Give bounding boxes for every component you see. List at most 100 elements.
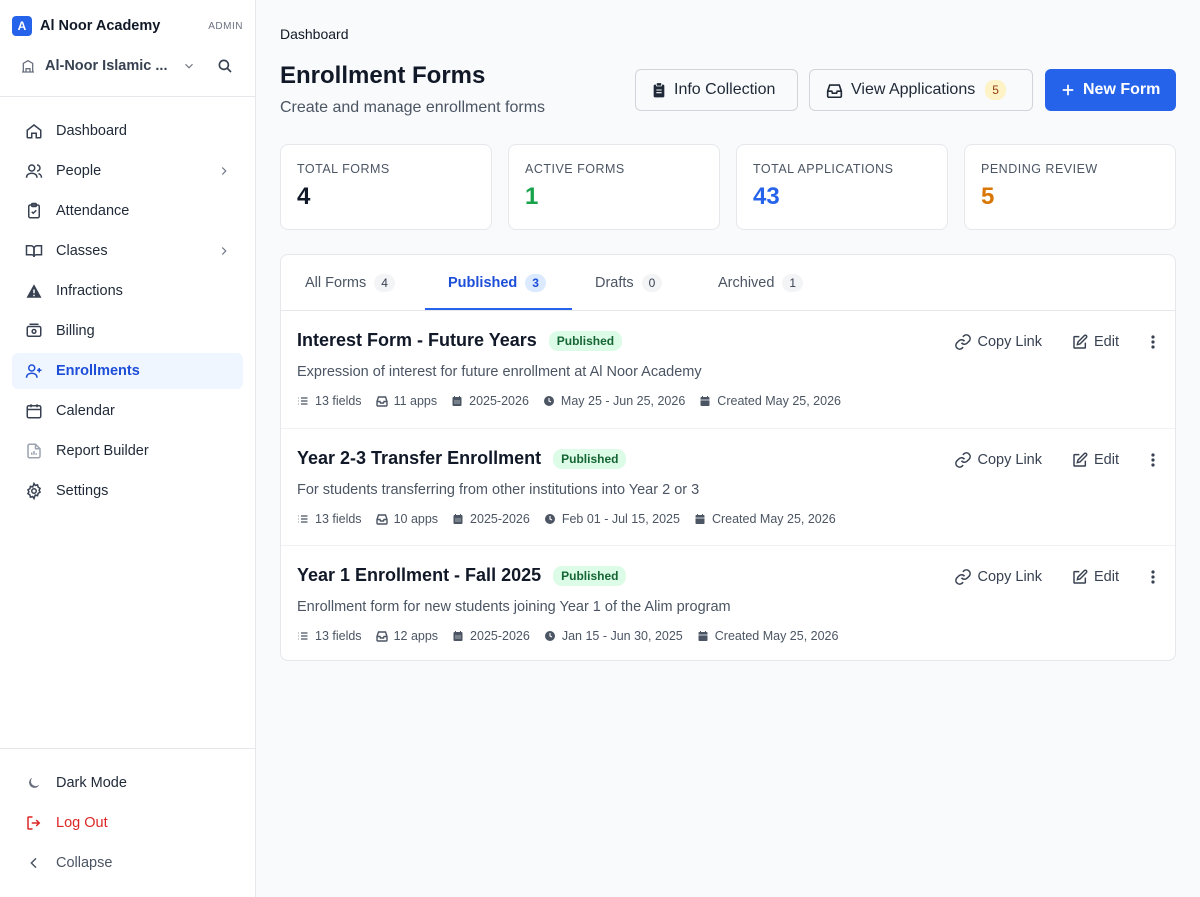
tab-count: 3	[525, 274, 546, 292]
copy-link-button[interactable]: Copy Link	[954, 568, 1042, 586]
created-date-text: Created May 25, 2026	[711, 512, 836, 526]
created-date-text: Created May 25, 2026	[714, 629, 839, 643]
sidebar-item-enrollments[interactable]: Enrollments	[12, 353, 243, 389]
organization-name: Al-Noor Islamic ...	[45, 58, 168, 74]
sidebar-item-label: Enrollments	[56, 363, 140, 379]
form-title-group: Year 2-3 Transfer Enrollment Published	[297, 448, 627, 469]
form-title[interactable]: Interest Form - Future Years	[297, 330, 537, 351]
calendar-icon	[697, 630, 715, 642]
stat-card-total-forms: TOTAL FORMS 4	[280, 144, 492, 230]
sidebar-item-report-builder[interactable]: Report Builder	[12, 433, 243, 469]
form-meta: 13 fields 11 apps 2025-2026 May 25 - Jun…	[297, 394, 855, 408]
sidebar-item-label: Dashboard	[56, 123, 127, 139]
edit-button[interactable]: Edit	[1072, 569, 1119, 585]
new-form-button[interactable]: New Form	[1045, 69, 1176, 111]
more-options-icon[interactable]	[1145, 334, 1161, 350]
book-open-icon	[24, 241, 44, 261]
stat-label: ACTIVE FORMS	[525, 162, 625, 176]
tab-drafts[interactable]: Drafts 0	[595, 255, 663, 311]
sidebar-item-billing[interactable]: Billing	[12, 313, 243, 349]
clipboard-icon	[652, 82, 666, 98]
chevron-down-icon	[182, 59, 196, 73]
academic-year-text: 2025-2026	[470, 629, 530, 643]
new-form-label: New Form	[1083, 81, 1161, 98]
stat-value: 5	[981, 183, 995, 210]
view-applications-button[interactable]: View Applications 5	[809, 69, 1033, 111]
dark-mode-toggle[interactable]: Dark Mode	[12, 765, 243, 801]
calendar-icon	[699, 395, 717, 407]
apps-count: 12 apps	[375, 629, 439, 643]
status-badge: Published	[548, 330, 623, 351]
organization-selector[interactable]: Al-Noor Islamic ...	[20, 56, 196, 76]
fields-count: 13 fields	[297, 512, 362, 526]
search-icon[interactable]	[216, 57, 234, 75]
more-options-icon[interactable]	[1145, 569, 1161, 585]
form-description: For students transferring from other ins…	[297, 482, 700, 498]
tab-label: Archived	[718, 275, 775, 291]
tab-published[interactable]: Published 3	[448, 255, 546, 311]
calendar-icon	[452, 513, 470, 525]
sidebar-item-label: Classes	[56, 243, 108, 259]
edit-button[interactable]: Edit	[1072, 334, 1119, 350]
edit-button[interactable]: Edit	[1072, 452, 1119, 468]
page-subtitle: Create and manage enrollment forms	[280, 99, 546, 116]
sidebar-item-attendance[interactable]: Attendance	[12, 193, 243, 229]
breadcrumb[interactable]: Dashboard	[280, 26, 349, 42]
calendar-icon	[452, 630, 470, 642]
clock-icon	[544, 630, 562, 642]
form-tabs: All Forms 4 Published 3 Drafts 0 Archive…	[281, 255, 1175, 311]
sidebar-item-label: People	[56, 163, 102, 179]
tab-all-forms[interactable]: All Forms 4	[305, 255, 395, 311]
copy-link-button[interactable]: Copy Link	[954, 333, 1042, 351]
list-icon	[297, 395, 315, 407]
form-title[interactable]: Year 1 Enrollment - Fall 2025	[297, 565, 541, 586]
sidebar-item-classes[interactable]: Classes	[12, 233, 243, 269]
chevron-right-icon	[217, 164, 231, 178]
sidebar-item-settings[interactable]: Settings	[12, 473, 243, 509]
status-badge: Published	[553, 565, 627, 586]
date-range: May 25 - Jun 25, 2026	[543, 394, 685, 408]
created-date-text: Created May 25, 2026	[717, 394, 841, 408]
role-badge: ADMIN	[208, 20, 243, 32]
collapse-button[interactable]: Collapse	[12, 845, 243, 881]
copy-link-button[interactable]: Copy Link	[954, 451, 1042, 469]
form-meta: 13 fields 10 apps 2025-2026 Feb 01 - Jul…	[297, 512, 850, 526]
list-icon	[297, 630, 315, 642]
created-date: Created May 25, 2026	[699, 394, 841, 408]
stat-label: TOTAL FORMS	[297, 162, 390, 176]
edit-label: Edit	[1094, 452, 1119, 468]
banknote-icon	[24, 321, 44, 341]
sidebar-item-label: Attendance	[56, 203, 130, 219]
more-options-icon[interactable]	[1145, 452, 1161, 468]
academic-year-text: 2025-2026	[470, 512, 530, 526]
stat-label: TOTAL APPLICATIONS	[753, 162, 894, 176]
tab-archived[interactable]: Archived 1	[718, 255, 804, 311]
calendar-icon	[24, 401, 44, 421]
form-description: Expression of interest for future enroll…	[297, 364, 702, 380]
sidebar-item-infractions[interactable]: Infractions	[12, 273, 243, 309]
chevron-left-icon	[24, 853, 44, 873]
form-description: Enrollment form for new students joining…	[297, 599, 731, 615]
sidebar-item-label: Billing	[56, 323, 95, 339]
logout-button[interactable]: Log Out	[12, 805, 243, 841]
tab-label: All Forms	[305, 275, 367, 291]
stat-card-total-applications: TOTAL APPLICATIONS 43	[736, 144, 948, 230]
created-date: Created May 25, 2026	[694, 512, 836, 526]
forms-card: All Forms 4 Published 3 Drafts 0 Archive…	[280, 254, 1176, 661]
sidebar-item-calendar[interactable]: Calendar	[12, 393, 243, 429]
academic-year-text: 2025-2026	[469, 394, 529, 408]
edit-icon	[1072, 334, 1088, 350]
form-title-group: Year 1 Enrollment - Fall 2025 Published	[297, 565, 627, 586]
fields-count: 13 fields	[297, 629, 362, 643]
sidebar-item-people[interactable]: People	[12, 153, 243, 189]
apps-count-text: 12 apps	[393, 629, 439, 643]
sidebar-nav: Dashboard People Attendance Classes Infr…	[12, 113, 243, 513]
form-title[interactable]: Year 2-3 Transfer Enrollment	[297, 448, 541, 469]
sidebar-item-dashboard[interactable]: Dashboard	[12, 113, 243, 149]
info-collection-button[interactable]: Info Collection	[635, 69, 798, 111]
brand-name: Al Noor Academy	[40, 18, 161, 34]
form-actions: Copy Link Edit	[954, 451, 1161, 469]
chevron-right-icon	[217, 244, 231, 258]
link-icon	[954, 568, 972, 586]
inbox-icon	[826, 83, 843, 98]
